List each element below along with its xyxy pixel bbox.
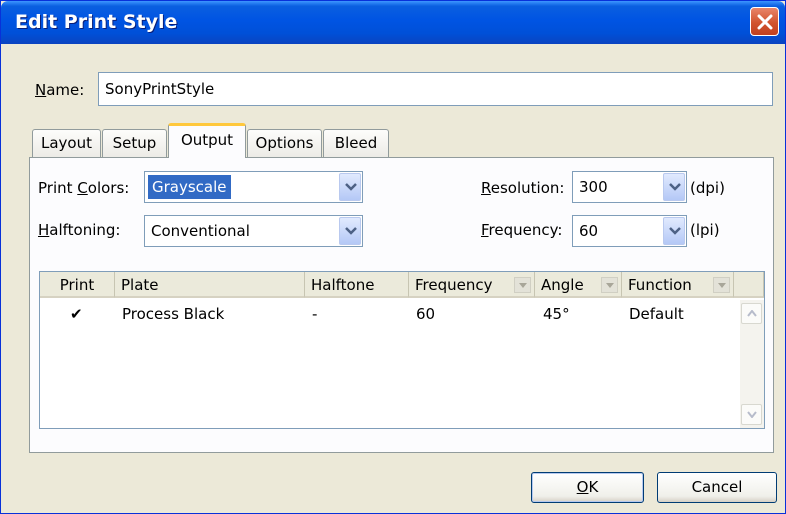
dialog-title: Edit Print Style xyxy=(15,11,178,33)
chevron-down-icon xyxy=(345,227,357,235)
function-cell: Default xyxy=(629,305,684,323)
ok-button[interactable]: OK xyxy=(531,472,644,503)
close-icon xyxy=(757,14,773,30)
halftoning-label: Halftoning: xyxy=(38,221,121,239)
column-header-angle-label: Angle xyxy=(541,276,584,294)
function-column-dropdown[interactable] xyxy=(713,277,730,293)
name-label: Name: xyxy=(35,81,85,99)
plate-cell: Process Black xyxy=(122,305,225,323)
tab-options[interactable]: Options xyxy=(247,129,322,157)
chevron-down-icon xyxy=(606,283,614,288)
frequency-column-dropdown[interactable] xyxy=(514,277,531,293)
column-header-function[interactable]: Function xyxy=(622,272,734,298)
frequency-select[interactable]: 60 xyxy=(572,215,687,247)
chevron-down-icon xyxy=(345,183,357,191)
print-colors-dropdown-button[interactable] xyxy=(339,173,361,201)
cancel-button[interactable]: Cancel xyxy=(657,472,777,503)
frequency-value: 60 xyxy=(579,222,599,240)
tab-output[interactable]: Output xyxy=(168,123,246,158)
print-colors-select[interactable]: Grayscale xyxy=(144,171,363,203)
frequency-unit: (lpi) xyxy=(690,221,720,239)
column-header-plate[interactable]: Plate xyxy=(115,272,305,298)
edit-print-style-dialog: Edit Print Style Name: SonyPrintStyle La… xyxy=(0,0,786,514)
angle-cell: 45° xyxy=(543,305,570,323)
tab-bleed[interactable]: Bleed xyxy=(323,129,389,157)
column-header-frequency-label: Frequency xyxy=(415,276,493,294)
print-checkmark[interactable]: ✔ xyxy=(70,305,83,323)
close-button[interactable] xyxy=(750,7,779,36)
chevron-down-icon xyxy=(669,227,681,235)
resolution-dropdown-button[interactable] xyxy=(663,173,685,201)
halftoning-select[interactable]: Conventional xyxy=(144,215,363,247)
tab-layout[interactable]: Layout xyxy=(32,129,101,157)
print-colors-label: Print Colors: xyxy=(38,179,130,197)
tab-setup[interactable]: Setup xyxy=(102,129,167,157)
column-header-halftone[interactable]: Halftone xyxy=(305,272,409,298)
column-header-frequency[interactable]: Frequency xyxy=(409,272,535,298)
title-bar[interactable]: Edit Print Style xyxy=(1,1,785,44)
frequency-cell: 60 xyxy=(416,305,436,323)
column-header-angle[interactable]: Angle xyxy=(535,272,622,298)
halftoning-dropdown-button[interactable] xyxy=(339,217,361,245)
halftone-cell: - xyxy=(312,305,318,323)
resolution-select[interactable]: 300 xyxy=(572,171,687,203)
resolution-unit: (dpi) xyxy=(690,179,725,197)
frequency-label: Frequency: xyxy=(481,221,563,239)
scroll-down-button[interactable] xyxy=(741,404,762,425)
vertical-scrollbar[interactable] xyxy=(740,300,764,428)
scroll-up-button[interactable] xyxy=(741,303,762,324)
column-header-print[interactable]: Print xyxy=(40,272,115,298)
resolution-label: Resolution: xyxy=(481,179,565,197)
plates-table: Print Plate Halftone Frequency Angle Fun… xyxy=(39,271,765,429)
frequency-dropdown-button[interactable] xyxy=(663,217,685,245)
resolution-value: 300 xyxy=(579,178,608,196)
print-colors-value: Grayscale xyxy=(148,175,231,199)
angle-column-dropdown[interactable] xyxy=(601,277,618,293)
chevron-down-icon xyxy=(718,283,726,288)
chevron-down-icon xyxy=(669,183,681,191)
column-header-function-label: Function xyxy=(628,276,692,294)
halftoning-value: Conventional xyxy=(151,222,250,240)
column-header-filler xyxy=(734,272,764,298)
chevron-down-icon xyxy=(519,283,527,288)
scroll-down-arrow-icon xyxy=(747,411,757,418)
name-input[interactable]: SonyPrintStyle xyxy=(98,72,773,106)
scroll-up-arrow-icon xyxy=(747,310,757,317)
